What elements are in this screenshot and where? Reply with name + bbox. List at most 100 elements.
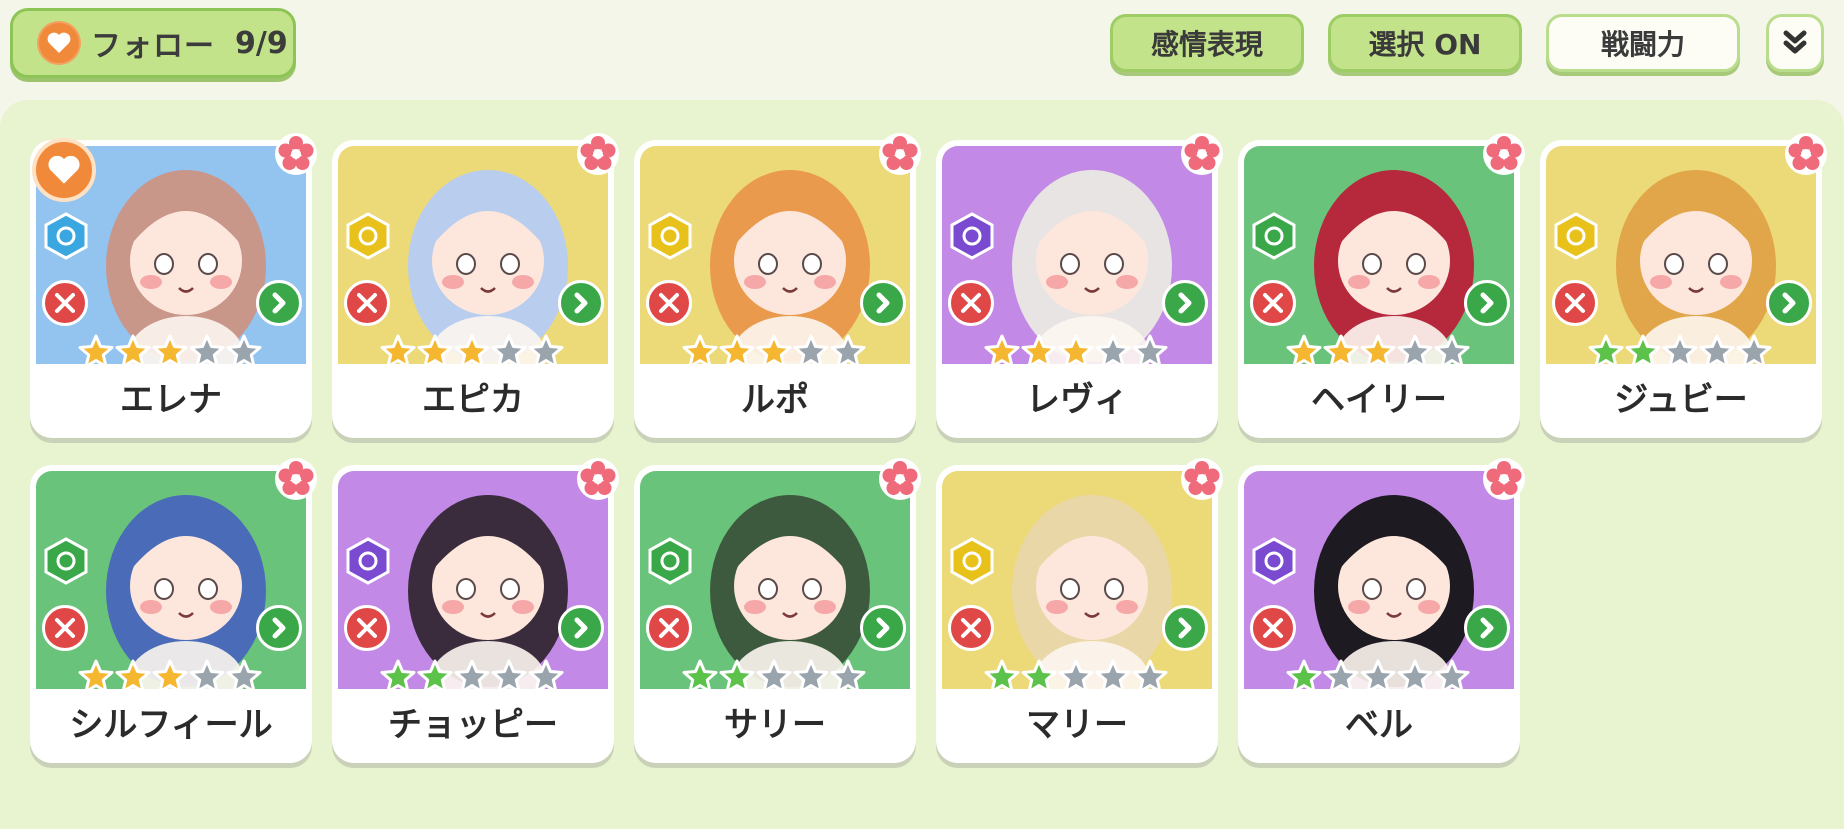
chevron-right-icon[interactable]	[1162, 280, 1208, 326]
dark-element-icon	[344, 537, 392, 585]
star-icon	[189, 334, 225, 368]
star-icon	[1699, 334, 1735, 368]
star-rating	[682, 659, 868, 695]
star-rating	[1286, 659, 1472, 695]
star-icon	[984, 659, 1020, 693]
character-card[interactable]: ヘイリー	[1238, 133, 1525, 438]
flower-icon	[1482, 132, 1526, 176]
star-icon	[1286, 334, 1322, 368]
star-icon	[1736, 334, 1772, 368]
follow-count: 9/9	[235, 25, 288, 61]
star-rating	[1588, 334, 1774, 370]
favorite-heart-icon[interactable]	[32, 138, 96, 202]
select-on-button[interactable]: 選択 ON	[1328, 14, 1522, 72]
star-rating	[984, 334, 1170, 370]
character-card[interactable]: ベル	[1238, 458, 1525, 763]
crossed-swords-icon	[1250, 605, 1296, 651]
star-icon	[454, 659, 490, 693]
star-icon	[1434, 659, 1470, 693]
character-card[interactable]: チョッピー	[332, 458, 619, 763]
power-sort-button[interactable]: 戦闘力	[1546, 14, 1740, 72]
crossed-swords-icon	[1250, 280, 1296, 326]
crossed-swords-icon	[344, 280, 390, 326]
star-icon	[226, 334, 262, 368]
chevron-right-icon[interactable]	[558, 605, 604, 651]
star-rating	[380, 659, 566, 695]
character-name: ジュビー	[1614, 380, 1748, 420]
chevron-right-icon[interactable]	[558, 280, 604, 326]
star-icon	[830, 334, 866, 368]
star-icon	[417, 659, 453, 693]
star-icon	[78, 334, 114, 368]
star-icon	[417, 334, 453, 368]
flower-icon	[274, 132, 318, 176]
character-card[interactable]: エレナ	[30, 133, 317, 438]
chevron-right-icon[interactable]	[860, 280, 906, 326]
collapse-button[interactable]	[1766, 14, 1824, 72]
chevron-right-icon[interactable]	[860, 605, 906, 651]
star-icon	[719, 334, 755, 368]
star-icon	[152, 334, 188, 368]
character-name: ルポ	[741, 380, 809, 420]
star-icon	[756, 659, 792, 693]
star-icon	[682, 659, 718, 693]
star-rating	[78, 659, 264, 695]
star-icon	[1323, 334, 1359, 368]
star-icon	[984, 334, 1020, 368]
star-icon	[1625, 334, 1661, 368]
chevron-right-icon[interactable]	[1464, 280, 1510, 326]
star-icon	[491, 659, 527, 693]
character-card[interactable]: ジュビー	[1540, 133, 1827, 438]
top-bar: フォロー 9/9 感情表現 選択 ON 戦闘力	[0, 0, 1844, 100]
star-icon	[115, 334, 151, 368]
star-icon	[1132, 334, 1168, 368]
star-icon	[1360, 659, 1396, 693]
character-card[interactable]: エピカ	[332, 133, 619, 438]
crossed-swords-icon	[1552, 280, 1598, 326]
character-card[interactable]: シルフィール	[30, 458, 317, 763]
star-icon	[682, 334, 718, 368]
flower-icon	[1180, 457, 1224, 501]
star-icon	[1397, 334, 1433, 368]
chevron-right-icon[interactable]	[256, 605, 302, 651]
star-icon	[1058, 334, 1094, 368]
character-name: エレナ	[120, 380, 222, 420]
chevron-right-icon[interactable]	[1766, 280, 1812, 326]
star-icon	[1286, 659, 1322, 693]
follow-button[interactable]: フォロー 9/9	[10, 8, 296, 78]
dark-element-icon	[948, 212, 996, 260]
flower-icon	[1482, 457, 1526, 501]
star-icon	[189, 659, 225, 693]
flower-icon	[1784, 132, 1828, 176]
crossed-swords-icon	[948, 605, 994, 651]
flower-icon	[878, 132, 922, 176]
character-card[interactable]: サリー	[634, 458, 921, 763]
star-icon	[1662, 334, 1698, 368]
star-icon	[1021, 659, 1057, 693]
star-icon	[793, 334, 829, 368]
character-card[interactable]: マリー	[936, 458, 1223, 763]
star-icon	[1021, 334, 1057, 368]
light-element-icon	[646, 212, 694, 260]
character-card[interactable]: ルポ	[634, 133, 921, 438]
emote-button[interactable]: 感情表現	[1110, 14, 1304, 72]
heart-icon	[37, 21, 81, 65]
dark-element-icon	[1250, 537, 1298, 585]
follow-label: フォロー	[91, 29, 215, 64]
chevron-right-icon[interactable]	[256, 280, 302, 326]
star-icon	[454, 334, 490, 368]
chevron-right-icon[interactable]	[1464, 605, 1510, 651]
character-card[interactable]: レヴィ	[936, 133, 1223, 438]
flower-icon	[576, 132, 620, 176]
flower-icon	[274, 457, 318, 501]
star-icon	[1095, 659, 1131, 693]
star-icon	[380, 659, 416, 693]
star-icon	[830, 659, 866, 693]
star-icon	[115, 659, 151, 693]
chevron-right-icon[interactable]	[1162, 605, 1208, 651]
ice-element-icon	[42, 212, 90, 260]
star-icon	[1323, 659, 1359, 693]
star-rating	[984, 659, 1170, 695]
star-rating	[682, 334, 868, 370]
star-icon	[1095, 334, 1131, 368]
